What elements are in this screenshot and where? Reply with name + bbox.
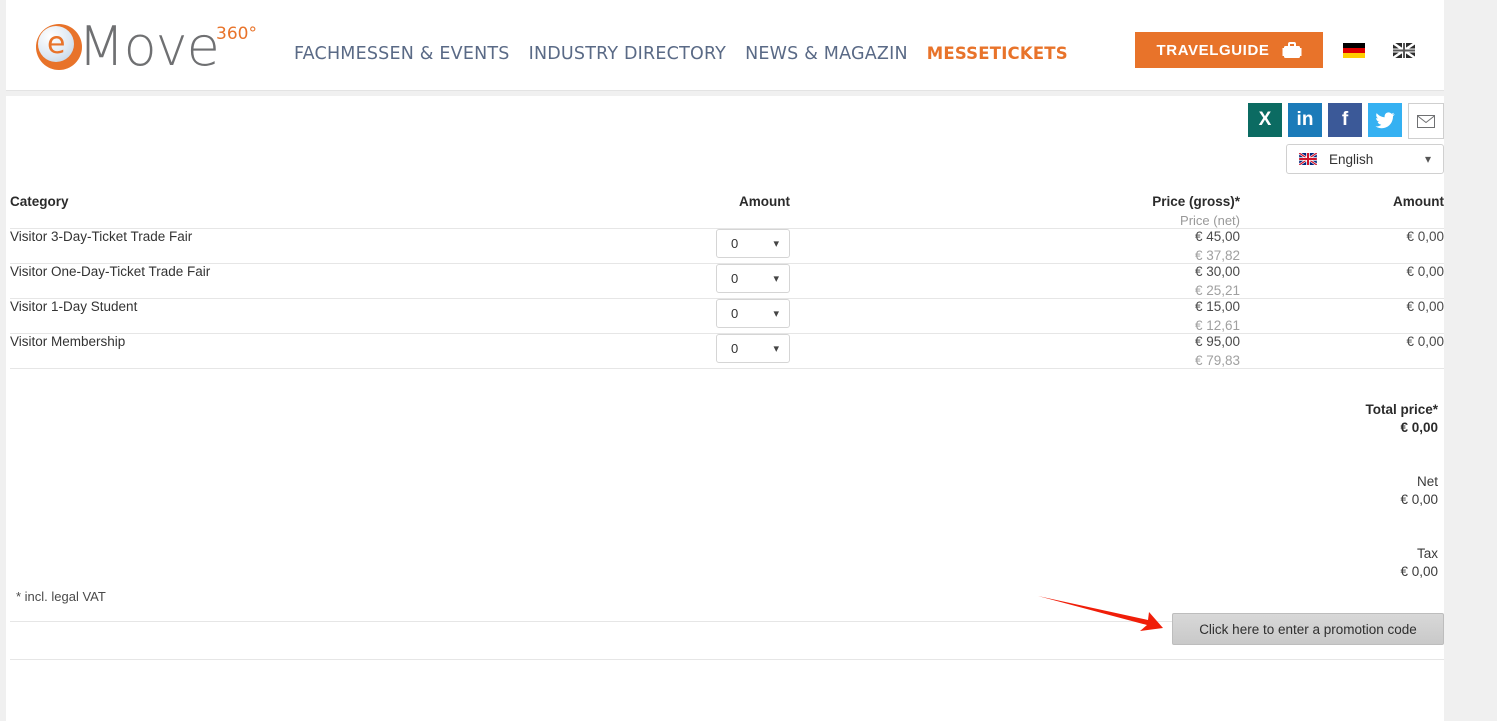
row-price-cell: € 15,00 € 12,61 [990,299,1240,334]
row-price-net: € 37,82 [1194,248,1240,263]
nav-item-messetickets[interactable]: MESSETICKETS [927,44,1068,63]
table-header-row: Category Amount Price (gross)* Price (ne… [10,194,1444,229]
header-price-gross: Price (gross)* Price (net) [990,194,1240,229]
row-price-gross: € 45,00 [1194,229,1240,244]
tax-label: Tax [1416,546,1438,561]
nav-item-news-magazin[interactable]: NEWS & MAGAZIN [745,44,908,64]
footer-divider [10,659,1444,660]
row-price-gross: € 30,00 [1194,264,1240,279]
quantity-value: 0 [731,236,739,251]
header-amount: Amount [739,194,790,209]
quantity-select-2[interactable]: 0 ▾ [716,299,790,328]
twitter-bird-glyph [1375,111,1395,128]
row-amount: € 0,00 [1406,299,1444,314]
tax-value: € 0,00 [1400,564,1438,579]
row-category: Visitor 1-Day Student [10,299,138,314]
row-price-cell: € 45,00 € 37,82 [990,229,1240,264]
chevron-down-icon: ▾ [773,308,779,320]
row-amount: € 0,00 [1406,229,1444,244]
language-select-value: English [1329,151,1374,167]
chevron-down-icon: ▾ [773,343,779,355]
logo-superscript: 360° [216,24,257,44]
total-price-value: € 0,00 [1400,420,1438,435]
quantity-value: 0 [731,306,739,321]
tax-line: Tax € 0,00 [10,527,1438,599]
table-row: Visitor One-Day-Ticket Trade Fair 0 ▾ € … [10,264,1444,299]
row-price-gross: € 95,00 [1194,334,1240,349]
facebook-icon[interactable]: f [1328,103,1362,137]
row-price-cell: € 95,00 € 79,83 [990,334,1240,369]
promo-code-button[interactable]: Click here to enter a promotion code [1172,613,1444,645]
envelope-glyph [1417,114,1435,128]
ticket-table-head: Category Amount Price (gross)* Price (ne… [10,194,1444,229]
table-row: Visitor 3-Day-Ticket Trade Fair 0 ▾ € 45… [10,229,1444,264]
quantity-select-3[interactable]: 0 ▾ [716,334,790,363]
net-label: Net [1416,474,1438,489]
row-price-net: € 79,83 [1194,353,1240,368]
row-price-net: € 12,61 [1194,318,1240,333]
header-price-gross-label: Price (gross)* [1152,194,1240,209]
totals-row: Total price* € 0,00 Net € 0,00 Tax € 0,0… [10,369,1444,622]
row-category: Visitor 3-Day-Ticket Trade Fair [10,229,193,244]
page-root: e Move 360° FACHMESSEN & EVENTS INDUSTRY… [0,0,1497,721]
flag-de-icon[interactable] [1343,43,1365,58]
ticket-table: Category Amount Price (gross)* Price (ne… [10,194,1444,622]
flag-en-icon[interactable] [1393,43,1415,58]
ticket-panel: X in f English ▾ Category Amount Price (… [6,96,1444,721]
header-price-net-label: Price (net) [1180,213,1240,228]
logo-letter-e: e [47,26,66,61]
quantity-value: 0 [731,341,739,356]
quantity-select-0[interactable]: 0 ▾ [716,229,790,258]
twitter-icon[interactable] [1368,103,1402,137]
ticket-table-body: Visitor 3-Day-Ticket Trade Fair 0 ▾ € 45… [10,229,1444,622]
row-quantity-cell: 0 ▾ [690,334,790,369]
main-navigation: FACHMESSEN & EVENTS INDUSTRY DIRECTORY N… [294,44,1068,64]
vat-note: * incl. legal VAT [16,589,106,604]
net-line: Net € 0,00 [10,455,1438,527]
email-icon[interactable] [1408,103,1444,139]
row-price-cell: € 30,00 € 25,21 [990,264,1240,299]
row-amount: € 0,00 [1406,264,1444,279]
travelguide-label: TRAVELGUIDE [1156,41,1270,59]
nav-item-industry-directory[interactable]: INDUSTRY DIRECTORY [529,44,727,64]
briefcase-icon [1282,41,1301,58]
total-price-line: Total price* € 0,00 [10,383,1438,455]
quantity-value: 0 [731,271,739,286]
site-header: e Move 360° FACHMESSEN & EVENTS INDUSTRY… [6,0,1444,91]
flag-en-icon [1299,153,1317,165]
table-row: Visitor 1-Day Student 0 ▾ € 15,00 € 12,6… [10,299,1444,334]
row-price-gross: € 15,00 [1194,299,1240,314]
language-select[interactable]: English ▾ [1286,144,1444,174]
header-category: Category [10,194,69,209]
row-price-net: € 25,21 [1194,283,1240,298]
chevron-down-icon: ▾ [773,273,779,285]
totals-block: Total price* € 0,00 Net € 0,00 Tax € 0,0… [10,383,1444,599]
logo-wordmark: Move [78,15,220,78]
travelguide-button[interactable]: TRAVELGUIDE [1135,32,1323,68]
quantity-select-1[interactable]: 0 ▾ [716,264,790,293]
social-share-row: X in f [1248,103,1444,139]
chevron-down-icon: ▾ [773,238,779,250]
xing-icon[interactable]: X [1248,103,1282,137]
header-line-amount: Amount [1393,194,1444,209]
row-quantity-cell: 0 ▾ [690,229,790,264]
net-value: € 0,00 [1400,492,1438,507]
table-row: Visitor Membership 0 ▾ € 95,00 € 79,83 €… [10,334,1444,369]
site-logo[interactable]: e Move 360° [30,12,270,78]
chevron-down-icon: ▾ [1424,152,1431,166]
row-quantity-cell: 0 ▾ [690,299,790,334]
linkedin-icon[interactable]: in [1288,103,1322,137]
nav-item-fachmessen-events[interactable]: FACHMESSEN & EVENTS [294,44,510,64]
total-price-label: Total price* [1365,402,1438,417]
row-amount: € 0,00 [1406,334,1444,349]
row-category: Visitor Membership [10,334,126,349]
row-quantity-cell: 0 ▾ [690,264,790,299]
row-category: Visitor One-Day-Ticket Trade Fair [10,264,211,279]
